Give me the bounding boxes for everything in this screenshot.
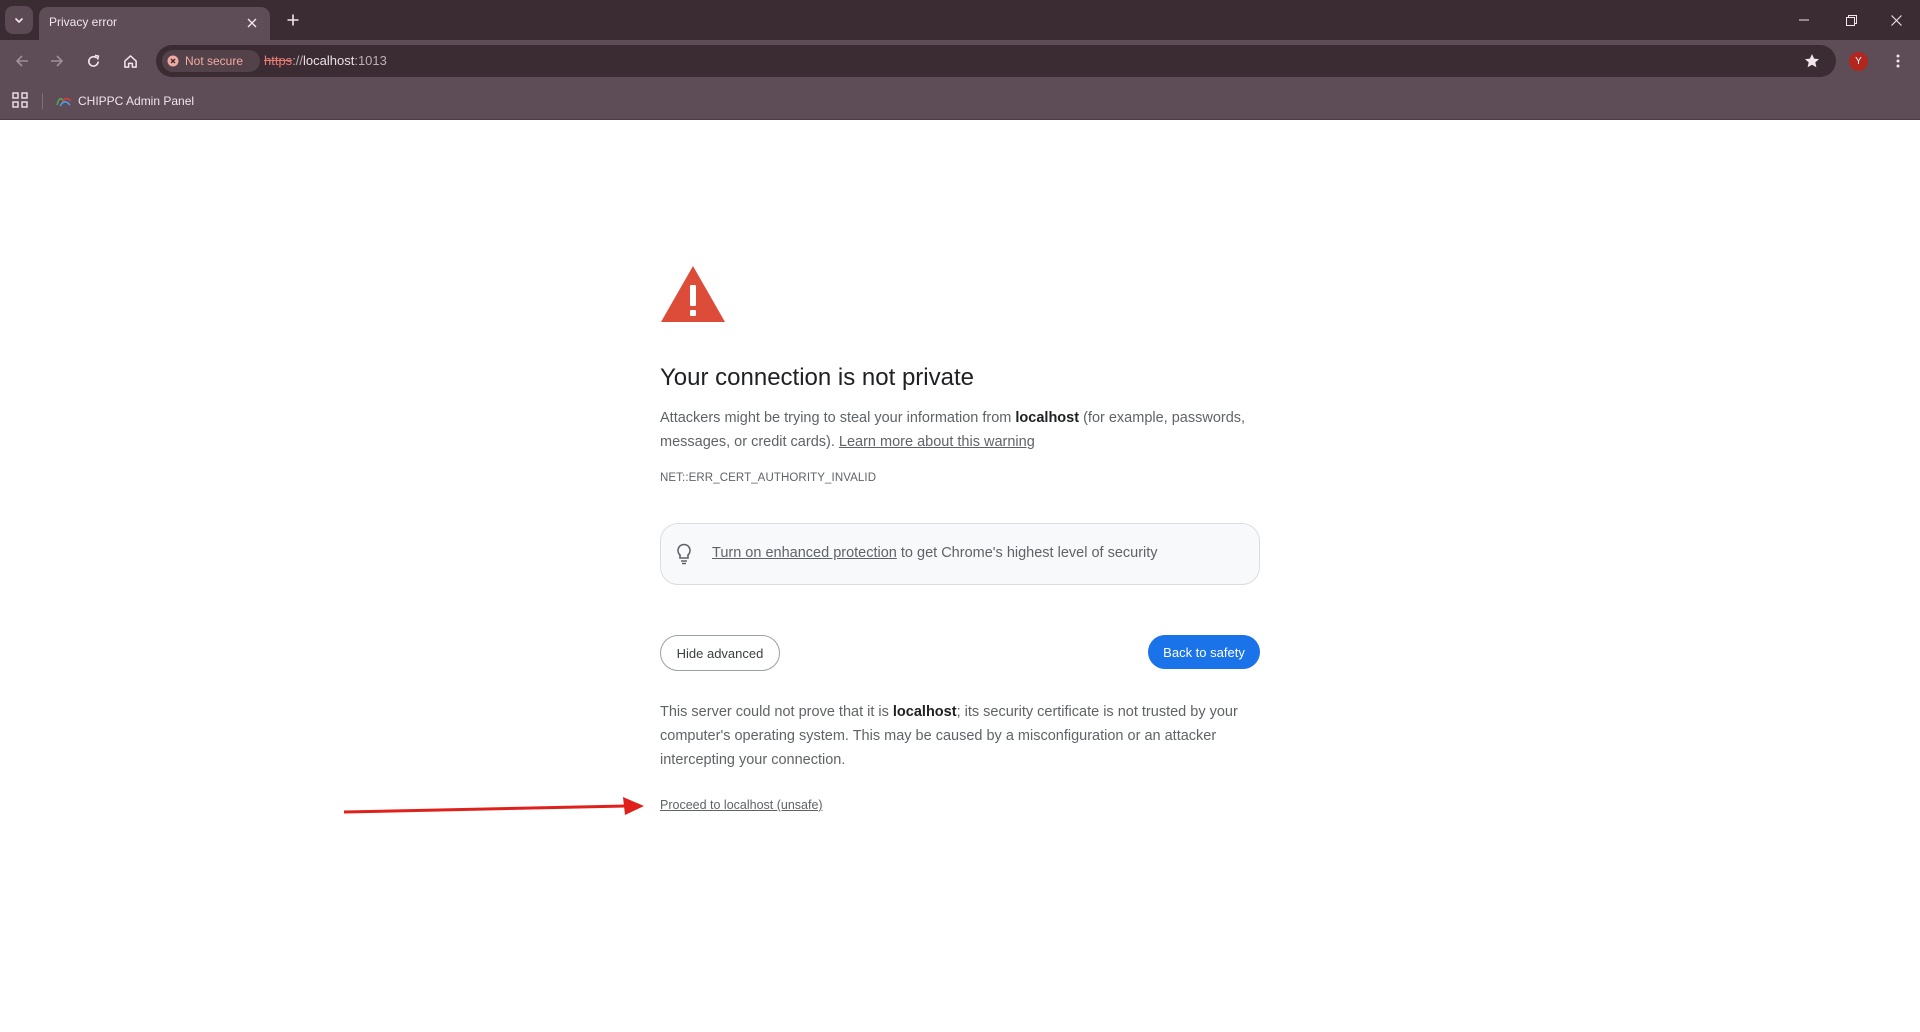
bookmarks-divider bbox=[42, 93, 43, 109]
tab-title: Privacy error bbox=[49, 15, 118, 29]
site-favicon-icon bbox=[56, 97, 72, 107]
intro-host: localhost bbox=[1015, 410, 1080, 426]
enhanced-protection-text: Turn on enhanced protection to get Chrom… bbox=[712, 545, 1158, 561]
details-paragraph: This server could not prove that it is l… bbox=[660, 700, 1260, 772]
more-vertical-icon bbox=[1896, 54, 1900, 68]
security-chip[interactable]: Not secure bbox=[162, 50, 260, 72]
toolbar: Not secure https://localhost:1013 Y bbox=[0, 40, 1920, 82]
arrow-left-icon bbox=[15, 55, 28, 67]
enhanced-protection-suffix: to get Chrome's highest level of securit… bbox=[896, 545, 1158, 561]
close-window-button[interactable] bbox=[1876, 6, 1916, 34]
apps-grid-icon[interactable] bbox=[12, 92, 28, 108]
bookmark-star-button[interactable] bbox=[1802, 51, 1822, 71]
url-scheme: https bbox=[264, 53, 293, 68]
plus-icon bbox=[287, 14, 299, 26]
details-text-start: This server could not prove that it is bbox=[660, 704, 893, 720]
annotation-arrow-icon bbox=[343, 797, 644, 815]
not-secure-icon bbox=[167, 55, 179, 67]
tab-close-button[interactable] bbox=[243, 14, 261, 32]
tab-search-button[interactable] bbox=[5, 6, 33, 34]
arrow-right-icon bbox=[51, 55, 64, 67]
lightbulb-icon bbox=[677, 543, 691, 565]
enhanced-protection-callout: Turn on enhanced protection to get Chrom… bbox=[660, 523, 1260, 585]
hide-advanced-button[interactable]: Hide advanced bbox=[660, 635, 780, 671]
url-port: :1013 bbox=[354, 53, 387, 68]
tab-strip: Privacy error bbox=[0, 0, 1920, 40]
minimize-icon bbox=[1799, 19, 1809, 21]
home-button[interactable] bbox=[116, 47, 144, 75]
enhanced-protection-link[interactable]: Turn on enhanced protection bbox=[712, 545, 897, 561]
home-icon bbox=[123, 54, 137, 68]
close-icon bbox=[1890, 14, 1902, 26]
warning-triangle-icon bbox=[661, 266, 725, 322]
active-tab[interactable]: Privacy error bbox=[39, 7, 270, 40]
details-host: localhost bbox=[892, 704, 957, 720]
reload-button[interactable] bbox=[79, 47, 107, 75]
restore-icon bbox=[1845, 14, 1857, 26]
bookmarks-bar: CHIPPC Admin Panel bbox=[0, 82, 1920, 120]
intro-paragraph: Attackers might be trying to steal your … bbox=[660, 406, 1260, 454]
security-chip-label: Not secure bbox=[185, 54, 244, 68]
address-bar[interactable]: Not secure https://localhost:1013 bbox=[156, 45, 1836, 77]
proceed-unsafe-link[interactable]: Proceed to localhost (unsafe) bbox=[660, 798, 823, 812]
star-icon bbox=[1805, 54, 1819, 68]
profile-avatar[interactable]: Y bbox=[1849, 52, 1868, 71]
restore-button[interactable] bbox=[1831, 6, 1871, 34]
intro-text-start: Attackers might be trying to steal your … bbox=[660, 410, 1016, 426]
bookmark-item[interactable]: CHIPPC Admin Panel bbox=[56, 91, 194, 111]
close-icon bbox=[247, 18, 257, 28]
url-host: localhost bbox=[303, 53, 355, 68]
minimize-button[interactable] bbox=[1784, 6, 1824, 34]
browser-menu-button[interactable] bbox=[1888, 49, 1908, 73]
bookmark-label: CHIPPC Admin Panel bbox=[78, 94, 195, 108]
reload-icon bbox=[87, 54, 99, 67]
chevron-down-icon bbox=[14, 17, 24, 24]
error-code: NET::ERR_CERT_AUTHORITY_INVALID bbox=[660, 472, 877, 484]
page-title: Your connection is not private bbox=[660, 364, 974, 391]
back-button[interactable] bbox=[8, 47, 36, 75]
back-to-safety-button[interactable]: Back to safety bbox=[1148, 635, 1260, 669]
forward-button[interactable] bbox=[43, 47, 71, 75]
learn-more-link[interactable]: Learn more about this warning bbox=[839, 434, 1035, 450]
url-text[interactable]: https://localhost:1013 bbox=[264, 53, 387, 68]
new-tab-button[interactable] bbox=[281, 7, 305, 33]
url-separator: :// bbox=[292, 53, 304, 68]
